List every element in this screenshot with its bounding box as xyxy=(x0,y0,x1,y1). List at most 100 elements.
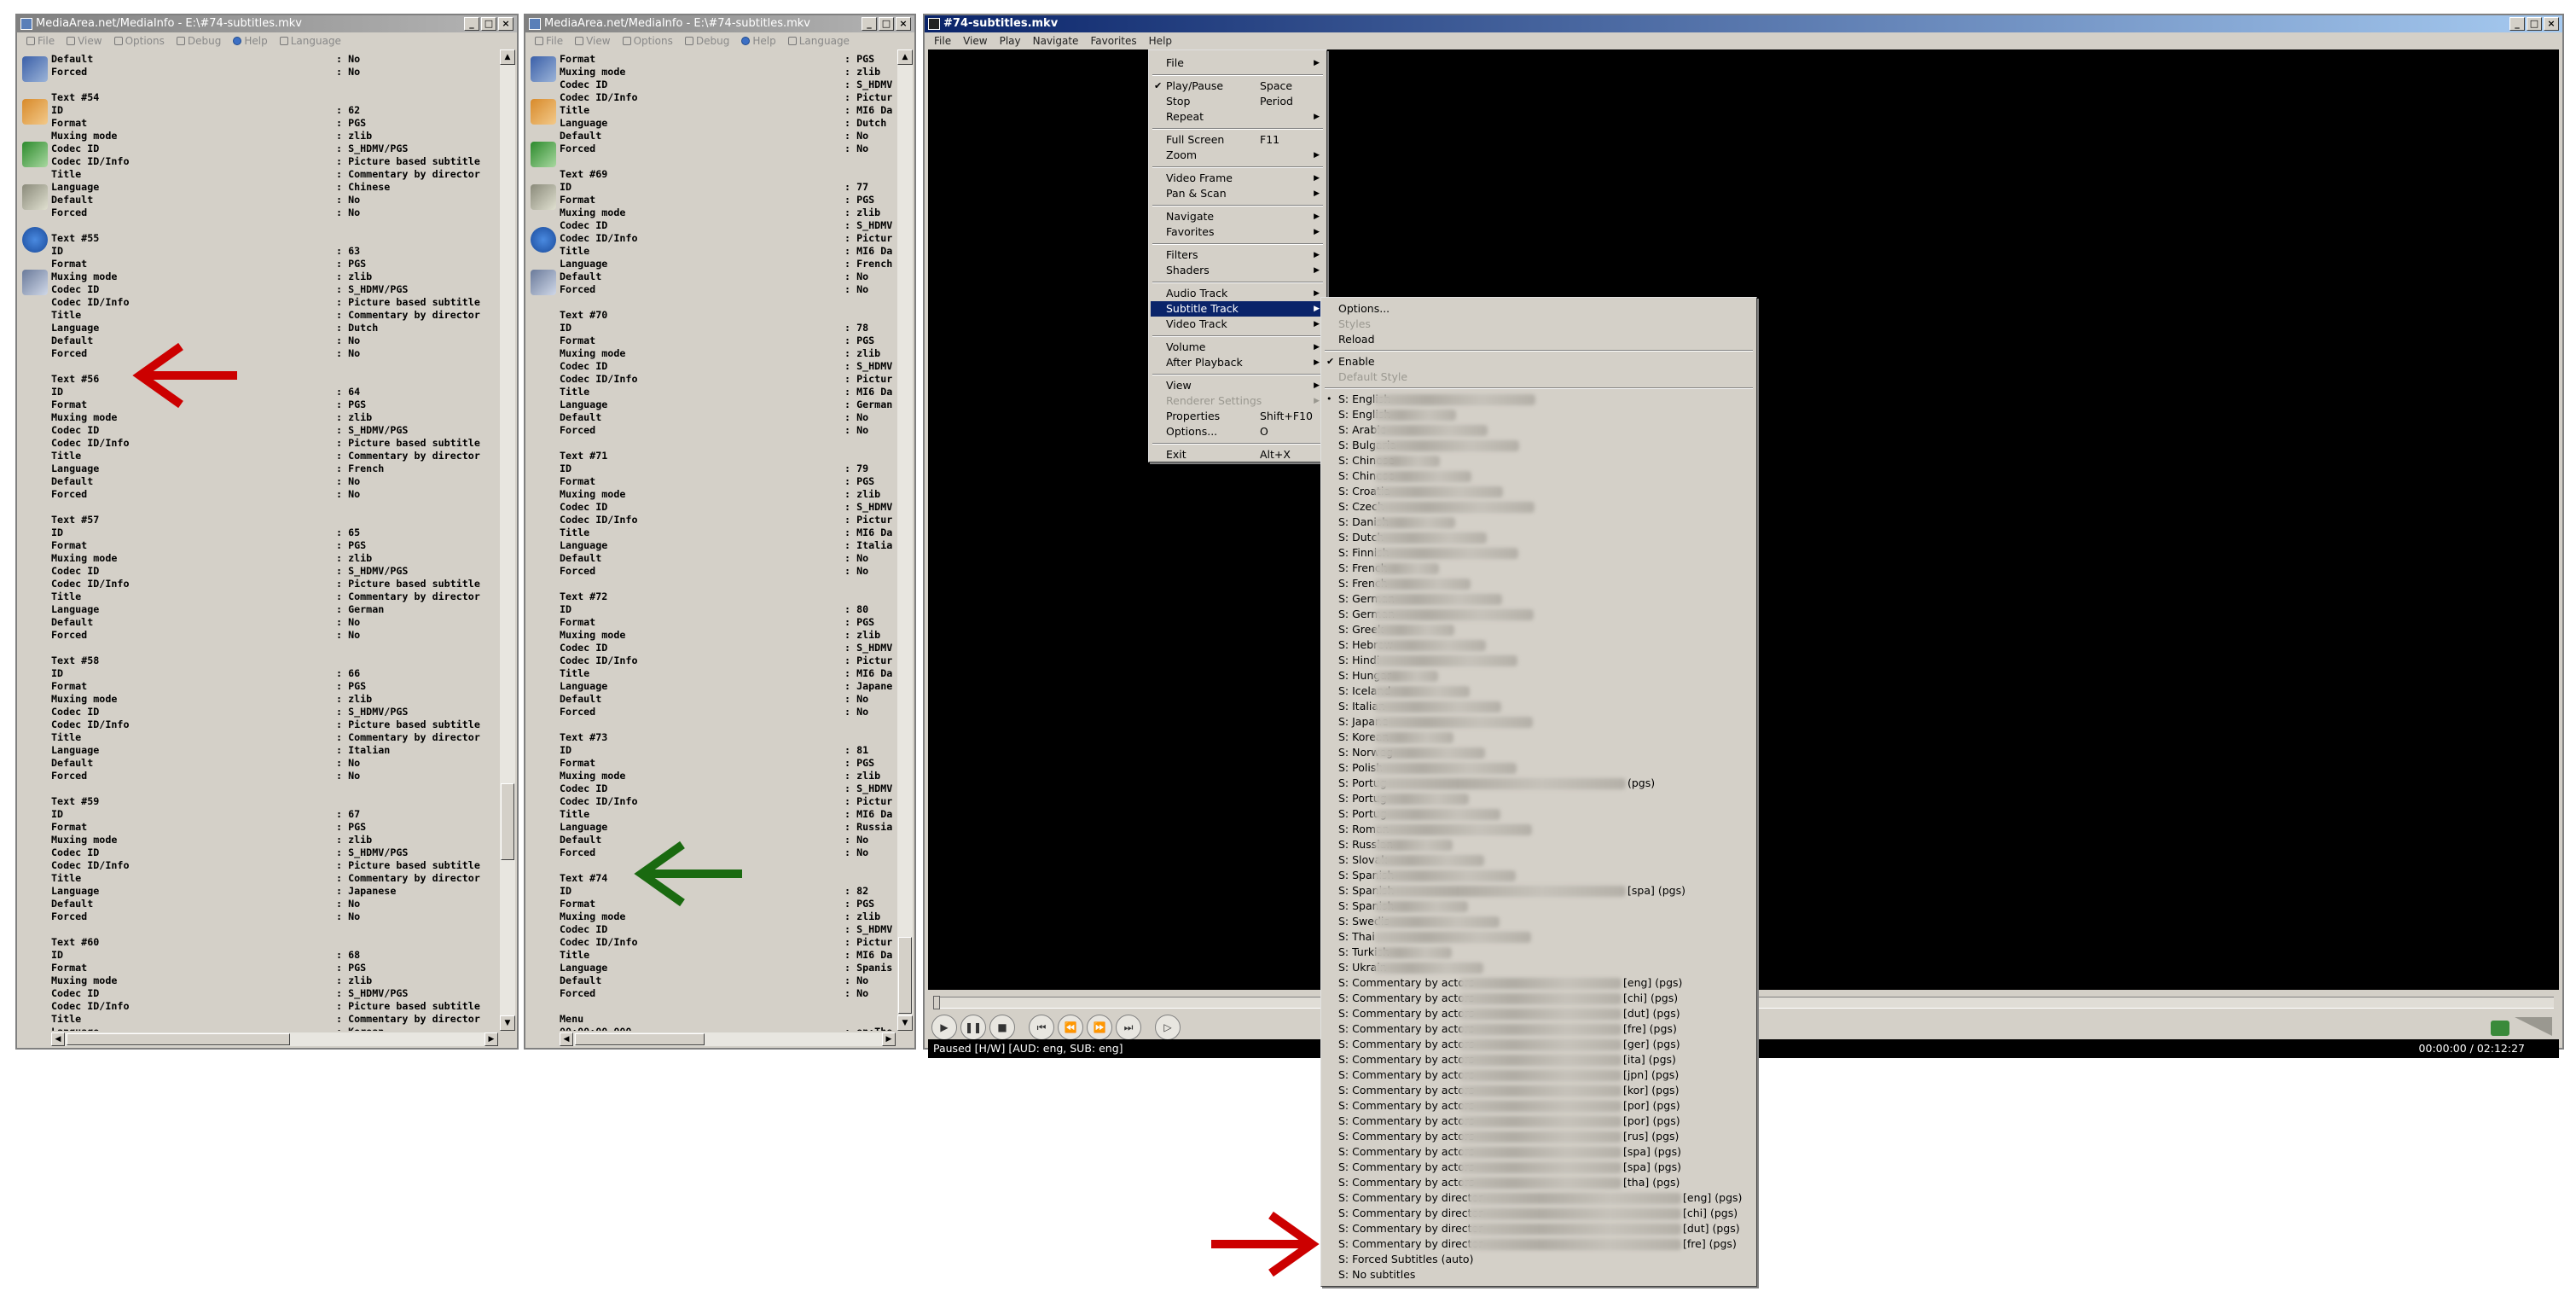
close-button[interactable]: × xyxy=(2544,17,2559,31)
scroll-right-arrow[interactable]: ▶ xyxy=(484,1032,498,1046)
menu-help[interactable]: Help xyxy=(1145,32,1176,49)
rewind-icon[interactable]: ⏪ xyxy=(1058,1015,1083,1040)
scroll-thumb[interactable] xyxy=(898,937,912,1014)
pause-icon[interactable]: ❚❚ xyxy=(960,1015,986,1040)
text-view-icon[interactable] xyxy=(531,184,556,210)
menu-item[interactable]: S: Commentary by actors [por] (pgs) xyxy=(1323,1098,1755,1114)
menu-item[interactable]: Filters ▶ xyxy=(1151,247,1325,263)
menu-item[interactable]: Stop Period xyxy=(1151,94,1325,109)
menu-item[interactable]: S: Commentary by actors [dut] (pgs) xyxy=(1323,1006,1755,1021)
tree-view-icon[interactable] xyxy=(531,142,556,167)
menu-item[interactable]: File ▶ xyxy=(1151,55,1325,71)
menu-item[interactable]: S: Thai xyxy=(1323,929,1755,945)
menu-item[interactable]: Pan & Scan ▶ xyxy=(1151,186,1325,201)
menu-item[interactable]: S: French xyxy=(1323,576,1755,591)
text-view-icon[interactable] xyxy=(22,184,48,210)
menu-item[interactable]: S: Roman xyxy=(1323,822,1755,837)
scroll-up-arrow[interactable]: ▲ xyxy=(897,49,913,65)
menu-item[interactable]: S: Commentary by actors [jpn] (pgs) xyxy=(1323,1067,1755,1083)
menu-item[interactable]: S: Portug xyxy=(1323,791,1755,806)
info-icon[interactable] xyxy=(22,227,48,253)
menu-item[interactable]: S: No subtitles xyxy=(1323,1267,1755,1282)
menu-view[interactable]: View xyxy=(959,32,991,49)
menu-item[interactable]: S: German xyxy=(1323,591,1755,607)
menu-file[interactable]: File xyxy=(531,32,567,49)
menu-item[interactable]: S: Commentary by actors [spa] (pgs) xyxy=(1323,1160,1755,1175)
scroll-left-arrow[interactable]: ◀ xyxy=(560,1032,573,1046)
menu-item[interactable]: S: Dutch xyxy=(1323,530,1755,545)
menu-item[interactable]: Audio Track ▶ xyxy=(1151,286,1325,301)
menu-item[interactable]: S: Spanish [spa] (pgs) xyxy=(1323,883,1755,899)
menu-item[interactable]: Navigate ▶ xyxy=(1151,209,1325,224)
info-text-area[interactable]: Default: No Forced: No Text #54 ID: 62 Forma… xyxy=(51,53,496,1031)
menu-item[interactable]: S: English xyxy=(1323,407,1755,422)
menu-debug[interactable]: Debug xyxy=(681,32,734,49)
menu-item[interactable]: ✔ Enable xyxy=(1323,354,1755,369)
minimize-button[interactable]: _ xyxy=(464,17,479,31)
horizontal-scroll-thumb[interactable] xyxy=(67,1033,290,1045)
menu-item[interactable]: S: Spanish xyxy=(1323,868,1755,883)
scroll-down-arrow[interactable]: ▼ xyxy=(500,1015,515,1031)
menu-language[interactable]: Language xyxy=(784,32,854,49)
menu-item[interactable]: S: Finnish xyxy=(1323,545,1755,561)
export-icon[interactable] xyxy=(531,270,556,295)
play-icon[interactable]: ▶ xyxy=(931,1015,957,1040)
frame-step-icon[interactable]: ▷ xyxy=(1155,1015,1181,1040)
minimize-button[interactable]: _ xyxy=(2509,17,2525,31)
menu-item[interactable]: S: Arabic xyxy=(1323,422,1755,438)
menu-item[interactable]: S: Hebrew xyxy=(1323,637,1755,653)
menu-item[interactable]: S: Commentary by director [eng] (pgs) xyxy=(1323,1190,1755,1206)
menu-item[interactable]: S: Danish xyxy=(1323,515,1755,530)
menu-item[interactable]: S: Slovak xyxy=(1323,852,1755,868)
menu-item[interactable]: S: Commentary by director [fre] (pgs) xyxy=(1323,1236,1755,1252)
menu-item[interactable]: S: Russian xyxy=(1323,837,1755,852)
menu-item[interactable]: S: Greek xyxy=(1323,622,1755,637)
menu-item[interactable]: Favorites ▶ xyxy=(1151,224,1325,240)
menu-item[interactable]: S: Commentary by actors [ita] (pgs) xyxy=(1323,1052,1755,1067)
menu-item[interactable]: S: Spanish xyxy=(1323,899,1755,914)
tree-view-icon[interactable] xyxy=(22,142,48,167)
vertical-scrollbar[interactable]: ▲ ▼ xyxy=(897,49,913,1031)
menu-item[interactable]: S: Chinese xyxy=(1323,468,1755,484)
scroll-thumb[interactable] xyxy=(501,783,514,860)
menu-file[interactable]: File xyxy=(930,32,955,49)
horizontal-scroll-thumb[interactable] xyxy=(575,1033,705,1045)
menu-item[interactable]: • S: English xyxy=(1323,392,1755,407)
volume-slider[interactable] xyxy=(2515,1017,2552,1036)
menu-item[interactable]: S: Commentary by actors [rus] (pgs) xyxy=(1323,1129,1755,1144)
minimize-button[interactable]: _ xyxy=(862,17,877,31)
menu-item[interactable]: Exit Alt+X xyxy=(1151,447,1325,462)
menu-view[interactable]: View xyxy=(571,32,614,49)
close-button[interactable]: × xyxy=(896,17,911,31)
menu-item[interactable]: Full Screen F11 xyxy=(1151,132,1325,148)
menu-item[interactable]: S: Commentary by actors [kor] (pgs) xyxy=(1323,1083,1755,1098)
seek-handle[interactable] xyxy=(933,996,940,1009)
menu-item[interactable]: Properties Shift+F10 xyxy=(1151,409,1325,424)
menu-item[interactable]: ✔ Play/Pause Space xyxy=(1151,79,1325,94)
menu-item[interactable]: S: Commentary by director [dut] (pgs) xyxy=(1323,1221,1755,1236)
menu-item[interactable]: Video Frame ▶ xyxy=(1151,171,1325,186)
info-icon[interactable] xyxy=(531,227,556,253)
horizontal-scrollbar[interactable]: ◀ ▶ xyxy=(560,1032,896,1046)
sheet-view-icon[interactable] xyxy=(22,99,48,125)
menu-item[interactable]: S: German xyxy=(1323,607,1755,622)
menu-item[interactable]: S: Commentary by actors [eng] (pgs) xyxy=(1323,975,1755,991)
menu-item[interactable]: S: Forced Subtitles (auto) xyxy=(1323,1252,1755,1267)
menu-debug[interactable]: Debug xyxy=(172,32,225,49)
menu-item[interactable]: Video Track ▶ xyxy=(1151,317,1325,332)
menu-item[interactable]: S: French xyxy=(1323,561,1755,576)
vertical-scrollbar[interactable]: ▲ ▼ xyxy=(500,49,515,1031)
menu-item[interactable]: View ▶ xyxy=(1151,378,1325,393)
maximize-button[interactable]: □ xyxy=(481,17,496,31)
menu-item[interactable]: S: Polish xyxy=(1323,760,1755,776)
menu-item[interactable]: Options... O xyxy=(1151,424,1325,439)
volume-speaker-icon[interactable] xyxy=(2491,1021,2509,1036)
title-bar[interactable]: MediaArea.net/MediaInfo - E:\#74-subtitl… xyxy=(525,15,914,32)
menu-item[interactable]: S: Hungar xyxy=(1323,668,1755,683)
menu-favorites[interactable]: Favorites xyxy=(1086,32,1140,49)
easy-view-icon[interactable] xyxy=(531,56,556,82)
menu-item[interactable]: S: Portug (pgs) xyxy=(1323,776,1755,791)
export-icon[interactable] xyxy=(22,270,48,295)
horizontal-scrollbar[interactable]: ◀ ▶ xyxy=(51,1032,498,1046)
skip-back-icon[interactable]: ⏮ xyxy=(1029,1015,1054,1040)
